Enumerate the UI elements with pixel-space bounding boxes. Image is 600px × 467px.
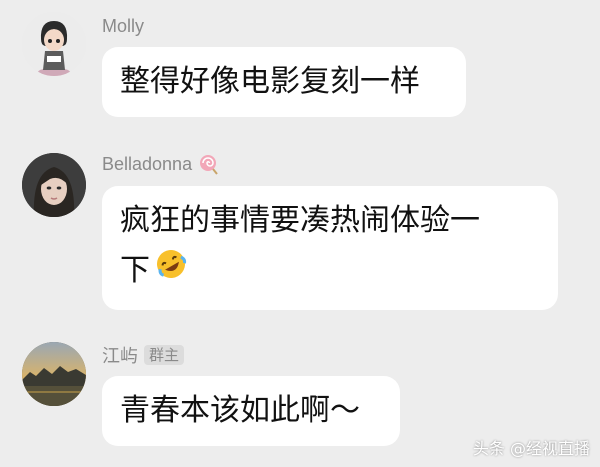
message-bubble[interactable]: 青春本该如此啊～ [102, 376, 400, 446]
avatar-image [22, 12, 86, 76]
rolling-on-floor-laughing-icon [154, 247, 188, 297]
message-bubble[interactable]: 疯狂的事情要凑热闹体验一 下 [102, 186, 558, 310]
message-text: 整得好像电影复刻一样 [120, 64, 420, 99]
message-text: 青春本该如此啊～ [120, 393, 360, 428]
chat-message: Belladonna 疯狂的事情要凑热闹体验一 下 [0, 140, 600, 325]
sender-name[interactable]: 江屿 [102, 342, 138, 368]
sender-name[interactable]: Molly [102, 16, 144, 37]
message-bubble[interactable]: 整得好像电影复刻一样 [102, 47, 466, 117]
avatar[interactable] [22, 342, 86, 406]
sender-name[interactable]: Belladonna [102, 154, 192, 175]
avatar[interactable] [22, 12, 86, 76]
message-text-line: 下 [120, 253, 150, 288]
lollipop-icon [198, 153, 220, 175]
group-owner-badge: 群主 [144, 345, 185, 365]
message-text-line: 疯狂的事情要凑热闹体验一 [120, 203, 480, 238]
avatar[interactable] [22, 153, 86, 217]
watermark: 头条 @经视直播 [472, 439, 590, 458]
chat-message: Molly 整得好像电影复刻一样 [0, 0, 600, 130]
avatar-image [22, 342, 86, 406]
avatar-image [22, 153, 86, 217]
